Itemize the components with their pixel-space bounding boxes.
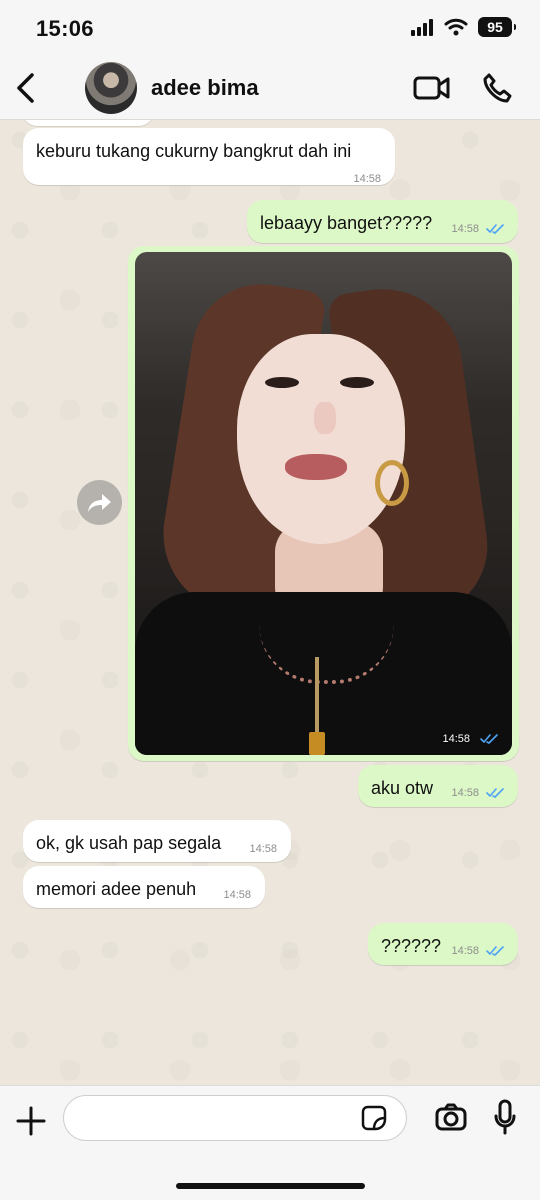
message-text: memori adee penuh (36, 879, 197, 899)
message-time: 14:58 (353, 173, 381, 185)
video-call-button[interactable] (412, 72, 452, 104)
message-time: 14:58 (451, 787, 479, 799)
message-bubble-incoming[interactable]: ok, gk usah pap segala 14:58 (23, 820, 291, 862)
photo-face (237, 334, 405, 544)
message-text: lebaayy banget????? (260, 213, 433, 233)
camera-button[interactable] (434, 1102, 468, 1134)
double-check-icon (486, 946, 504, 956)
wifi-icon (444, 18, 468, 36)
status-time: 15:06 (36, 16, 94, 41)
photo-pendant (309, 732, 325, 755)
message-time: 14:58 (451, 223, 479, 235)
camera-icon (435, 1103, 467, 1131)
message-text: keburu tukang cukurny bangkrut dah ini (36, 141, 352, 161)
voice-call-button[interactable] (480, 71, 514, 105)
message-time: 14:58 (249, 843, 277, 855)
back-button[interactable] (10, 70, 40, 106)
message-time: 14:58 (223, 889, 251, 901)
microphone-button[interactable] (493, 1099, 517, 1135)
message-text: ?????? (381, 936, 442, 956)
signal-icon (411, 19, 433, 36)
message-text: aku otw (371, 778, 434, 798)
chat-area[interactable]: keburu tukang cukurny bangkrut dah ini 1… (0, 120, 540, 1085)
chevron-left-icon (17, 73, 34, 103)
shared-photo[interactable]: 14:58 (135, 252, 512, 755)
chat-header: adee bima (0, 56, 540, 120)
microphone-icon (494, 1099, 516, 1135)
photo-lips (285, 454, 347, 480)
message-bubble-incoming[interactable]: keburu tukang cukurny bangkrut dah ini 1… (23, 128, 395, 185)
plus-icon (16, 1106, 46, 1136)
status-bar: 15:06 95 (0, 0, 540, 56)
message-text: ok, gk usah pap segala (36, 833, 222, 853)
photo-earring (375, 460, 409, 506)
forward-button[interactable] (77, 480, 122, 525)
photo-eye-right (340, 377, 374, 388)
double-check-icon (486, 224, 504, 234)
contact-name[interactable]: adee bima (151, 75, 259, 101)
phone-icon (483, 73, 512, 103)
home-indicator (176, 1183, 365, 1189)
status-icons: 95 (410, 17, 516, 37)
attach-button[interactable] (15, 1105, 47, 1137)
sticker-button[interactable] (361, 1105, 387, 1131)
message-bubble-image[interactable]: 14:58 (128, 246, 519, 761)
message-bubble-outgoing[interactable]: aku otw 14:58 (358, 765, 518, 807)
message-input-bar (0, 1085, 540, 1200)
sticker-icon (361, 1105, 387, 1131)
previous-message-partial (23, 120, 153, 126)
image-time: 14:58 (442, 733, 470, 745)
message-input[interactable] (63, 1095, 407, 1141)
battery-icon: 95 (478, 17, 516, 37)
photo-nose (314, 402, 336, 434)
message-bubble-outgoing[interactable]: ?????? 14:58 (368, 923, 518, 965)
message-bubble-outgoing[interactable]: lebaayy banget????? 14:58 (247, 200, 518, 243)
video-call-icon (413, 76, 450, 100)
forward-icon (87, 493, 111, 512)
message-bubble-incoming[interactable]: memori adee penuh 14:58 (23, 866, 265, 908)
photo-eye-left (265, 377, 299, 388)
double-check-icon (480, 734, 498, 744)
message-time: 14:58 (451, 945, 479, 957)
photo-pendant-chain (315, 657, 319, 737)
contact-avatar[interactable] (85, 62, 137, 114)
double-check-icon (486, 788, 504, 798)
